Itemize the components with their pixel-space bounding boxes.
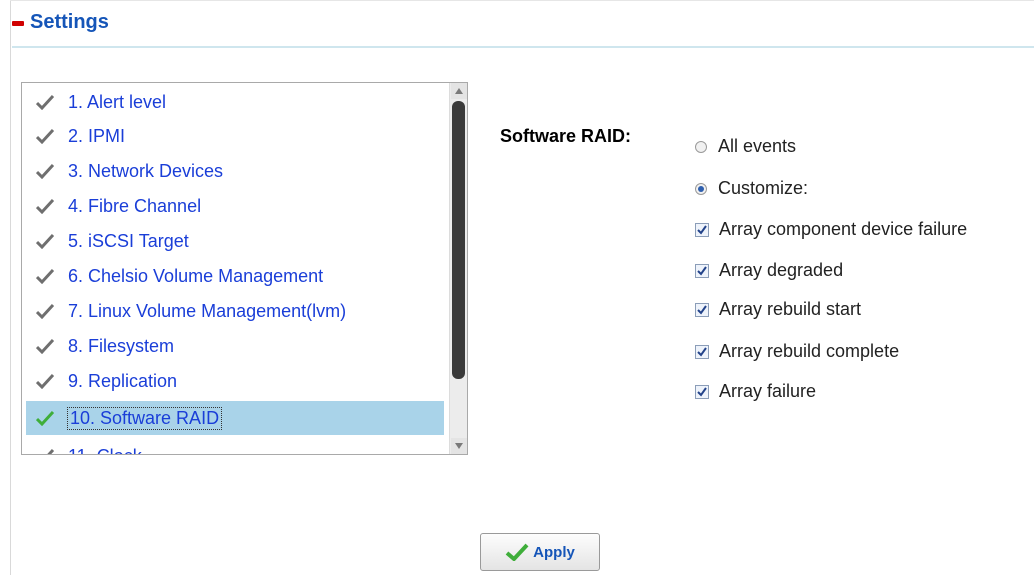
page-top-border xyxy=(10,0,1034,1)
all-events-label: All events xyxy=(718,136,797,156)
array-rebuild-start-checkbox[interactable] xyxy=(695,302,709,317)
list-item-label: 7. Linux Volume Management(lvm) xyxy=(68,300,347,321)
apply-button-label: Apply xyxy=(533,543,575,561)
check-icon xyxy=(36,163,54,179)
array-rebuild-start-option[interactable]: Array rebuild start xyxy=(695,299,861,320)
array-degraded-option[interactable]: Array degraded xyxy=(695,260,843,281)
check-icon xyxy=(36,410,54,426)
list-item-label: 9. Replication xyxy=(68,370,178,391)
check-icon xyxy=(36,338,54,354)
minus-icon[interactable] xyxy=(12,20,24,26)
check-icon xyxy=(36,198,54,214)
checkbox-label: Array degraded xyxy=(719,260,844,280)
list-item-label: 10. Software RAID xyxy=(66,406,223,430)
checkmark-icon xyxy=(697,265,707,276)
list-item-label: 3. Network Devices xyxy=(68,160,224,181)
customize-radio[interactable] xyxy=(695,182,707,195)
check-icon xyxy=(505,543,529,561)
array-rebuild-complete-option[interactable]: Array rebuild complete xyxy=(695,341,899,362)
array-component-device-failure-option[interactable]: Array component device failure xyxy=(695,219,967,240)
list-item-label: 6. Chelsio Volume Management xyxy=(68,265,324,286)
header-divider xyxy=(12,46,1034,48)
customize-option[interactable]: Customize: xyxy=(695,178,808,199)
list-item-label: 8. Filesystem xyxy=(68,335,175,356)
array-failure-option[interactable]: Array failure xyxy=(695,381,816,402)
list-item-label: 1. Alert level xyxy=(68,91,167,112)
list-item-label: 2. IPMI xyxy=(68,125,126,146)
check-icon xyxy=(47,448,54,454)
check-icon xyxy=(36,233,54,249)
list-item-replication[interactable]: 9. Replication xyxy=(26,364,444,398)
list-item-software-raid[interactable]: 10. Software RAID xyxy=(26,401,444,435)
settings-header[interactable]: Settings xyxy=(12,4,109,40)
checkbox-label: Array rebuild start xyxy=(719,299,862,319)
array-degraded-checkbox[interactable] xyxy=(695,263,709,278)
list-item-ipmi[interactable]: 2. IPMI xyxy=(26,119,444,153)
scrollbar-thumb[interactable] xyxy=(452,101,465,379)
checkbox-label: Array rebuild complete xyxy=(719,341,900,361)
all-events-option[interactable]: All events xyxy=(695,136,796,157)
triangle-down-icon xyxy=(455,443,463,449)
checkmark-icon xyxy=(697,386,707,397)
check-icon xyxy=(36,94,54,110)
scroll-down-button[interactable] xyxy=(451,438,467,454)
check-icon xyxy=(36,303,54,319)
list-item-label: 5. iSCSI Target xyxy=(68,230,189,251)
list-item-label: 11. Clock xyxy=(68,446,142,455)
list-item-chelsio-volume-management[interactable]: 6. Chelsio Volume Management xyxy=(26,259,444,293)
list-item-clock[interactable]: 11. Clock xyxy=(26,439,444,455)
check-icon xyxy=(36,268,54,284)
list-item-filesystem[interactable]: 8. Filesystem xyxy=(26,329,444,363)
scroll-up-button[interactable] xyxy=(451,83,467,99)
list-item-linux-volume-management[interactable]: 7. Linux Volume Management(lvm) xyxy=(26,294,444,328)
array-rebuild-complete-checkbox[interactable] xyxy=(695,344,709,359)
checkmark-icon xyxy=(697,224,707,235)
check-icon xyxy=(36,373,54,389)
list-scrollbar[interactable] xyxy=(449,83,467,454)
list-item-fibre-channel[interactable]: 4. Fibre Channel xyxy=(26,189,444,223)
checkbox-label: Array failure xyxy=(719,381,817,401)
array-failure-checkbox[interactable] xyxy=(695,384,709,399)
page-left-border xyxy=(10,0,11,575)
checkmark-icon xyxy=(697,304,707,315)
triangle-up-icon xyxy=(455,88,463,94)
all-events-radio[interactable] xyxy=(695,140,707,153)
array-component-device-failure-checkbox[interactable] xyxy=(695,222,709,237)
checkbox-label: Array component device failure xyxy=(719,219,968,239)
list-item-network-devices[interactable]: 3. Network Devices xyxy=(26,154,444,188)
check-icon xyxy=(36,128,54,144)
list-item-alert-level[interactable]: 1. Alert level xyxy=(26,85,444,119)
list-item-iscsi-target[interactable]: 5. iSCSI Target xyxy=(26,224,444,258)
settings-category-list[interactable]: 1. Alert level 2. IPMI 3. Network Device… xyxy=(21,82,468,455)
apply-button[interactable]: Apply xyxy=(480,533,600,571)
software-raid-label: Software RAID: xyxy=(500,126,632,146)
customize-label: Customize: xyxy=(718,178,809,198)
checkmark-icon xyxy=(697,346,707,357)
page-title: Settings xyxy=(30,10,109,33)
list-item-label: 4. Fibre Channel xyxy=(68,195,202,216)
